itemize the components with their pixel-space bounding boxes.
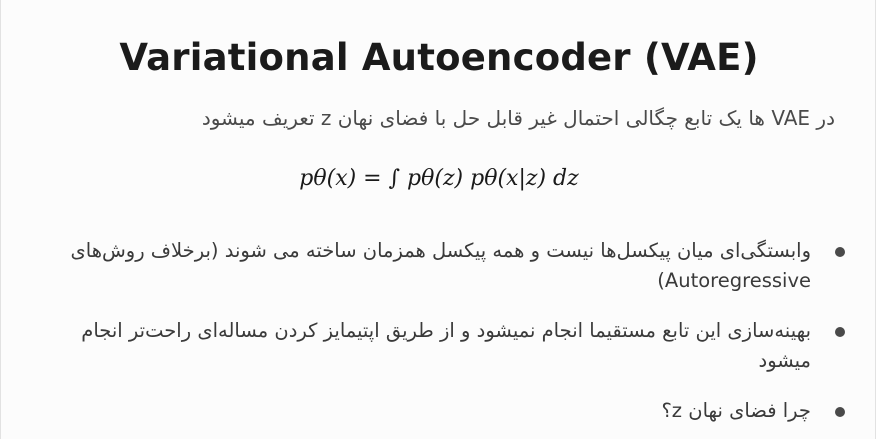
bullet-item: وابستگی‌ای میان پیکسل‌ها نیست و همه پیکس…	[55, 236, 845, 296]
slide: Variational Autoencoder (VAE) در VAE ها …	[0, 0, 876, 439]
bullet-text: بهینه‌سازی این تابع مستقیما انجام نمیشود…	[81, 319, 811, 372]
bullet-text: چرا فضای نهان z؟	[661, 399, 811, 422]
bullet-text: وابستگی‌ای میان پیکسل‌ها نیست و همه پیکس…	[70, 239, 811, 292]
bullet-dot-icon	[835, 407, 845, 417]
bullet-item: بهینه‌سازی این تابع مستقیما انجام نمیشود…	[55, 316, 845, 376]
bullet-dot-icon	[835, 327, 845, 337]
vae-formula: pθ(x) = ∫ pθ(z) pθ(x|z) dz	[299, 166, 579, 191]
intro-text: در VAE ها یک تابع چگالی احتمال غیر قابل …	[201, 106, 835, 130]
slide-title: Variational Autoencoder (VAE)	[119, 36, 759, 79]
bullet-list: وابستگی‌ای میان پیکسل‌ها نیست و همه پیکس…	[55, 236, 845, 439]
bullet-dot-icon	[835, 247, 845, 257]
bullet-item: چرا فضای نهان z؟	[55, 396, 845, 426]
